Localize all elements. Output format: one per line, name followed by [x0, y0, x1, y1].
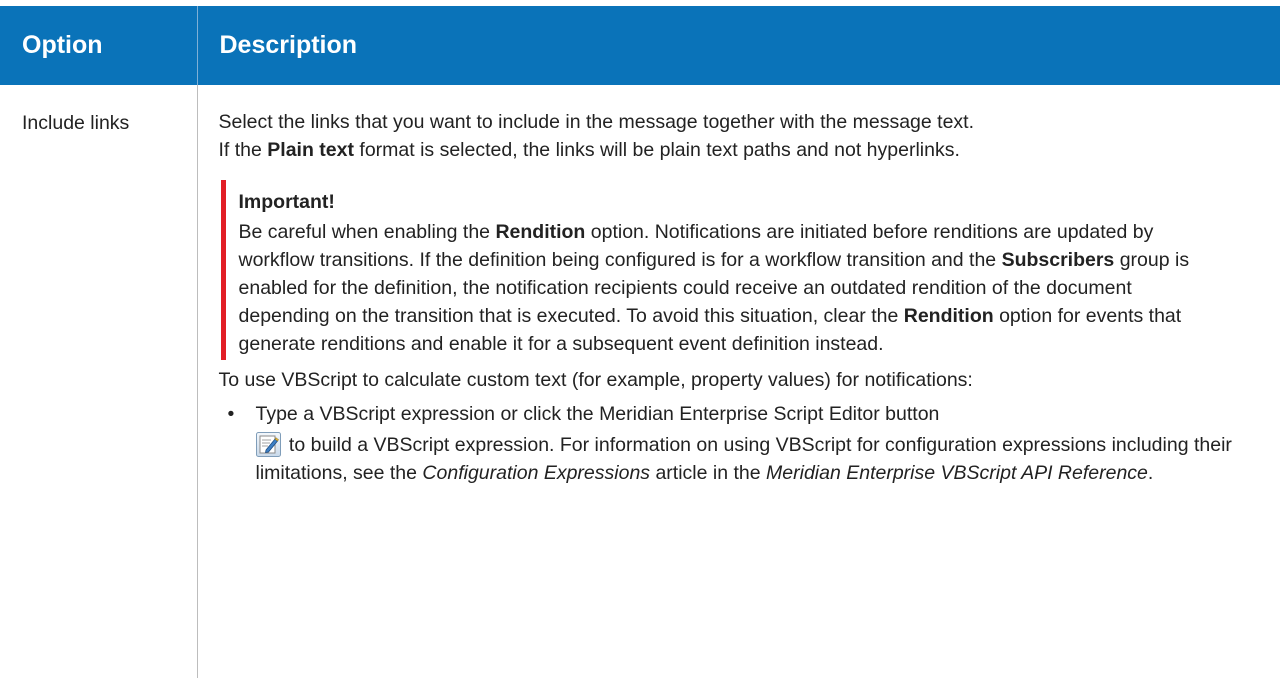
- rendition-term: Rendition: [903, 305, 994, 327]
- plain-text-term: Plain text: [267, 139, 354, 161]
- script-intro: To use VBScript to calculate custom text…: [218, 369, 973, 391]
- option-cell: Include links: [0, 85, 198, 678]
- important-callout: Important! Be careful when enabling the …: [220, 180, 1211, 360]
- bullet-text: article in the: [650, 462, 767, 484]
- important-title: Important!: [238, 191, 335, 213]
- note-text: If the: [218, 139, 268, 161]
- script-editor-icon: [255, 432, 281, 457]
- description-cell: Select the links that you want to includ…: [197, 85, 1280, 678]
- table-header-row: Option Description: [0, 6, 1280, 85]
- list-item: • Type a VBScript expression or click the…: [228, 400, 1253, 487]
- bullet-list: • Type a VBScript expression or click the…: [219, 400, 1253, 487]
- options-table: Option Description Include links Select …: [0, 6, 1280, 678]
- subscribers-term: Subscribers: [1001, 249, 1115, 271]
- important-body: Be careful when enabling the Rendition o…: [239, 218, 1211, 358]
- bullet-text: .: [1147, 462, 1154, 484]
- note-text: format is selected, the links will be pl…: [353, 139, 960, 161]
- bullet-text: Type a VBScript expression or click the …: [255, 403, 940, 425]
- bullet-marker: •: [227, 403, 235, 425]
- callout-text: Be careful when enabling the: [238, 221, 496, 243]
- option-column-header: Option: [0, 6, 198, 85]
- configuration-expressions-ref: Configuration Expressions: [422, 462, 651, 484]
- rendition-term: Rendition: [495, 221, 586, 243]
- intro-line: Select the links that you want to includ…: [218, 111, 975, 133]
- table-row: Include links Select the links that you …: [0, 85, 1280, 678]
- description-column-header: Description: [197, 6, 1280, 85]
- plain-text-note: If the Plain text format is selected, th…: [219, 136, 1253, 164]
- api-reference-ref: Meridian Enterprise VBScript API Referen…: [766, 462, 1148, 484]
